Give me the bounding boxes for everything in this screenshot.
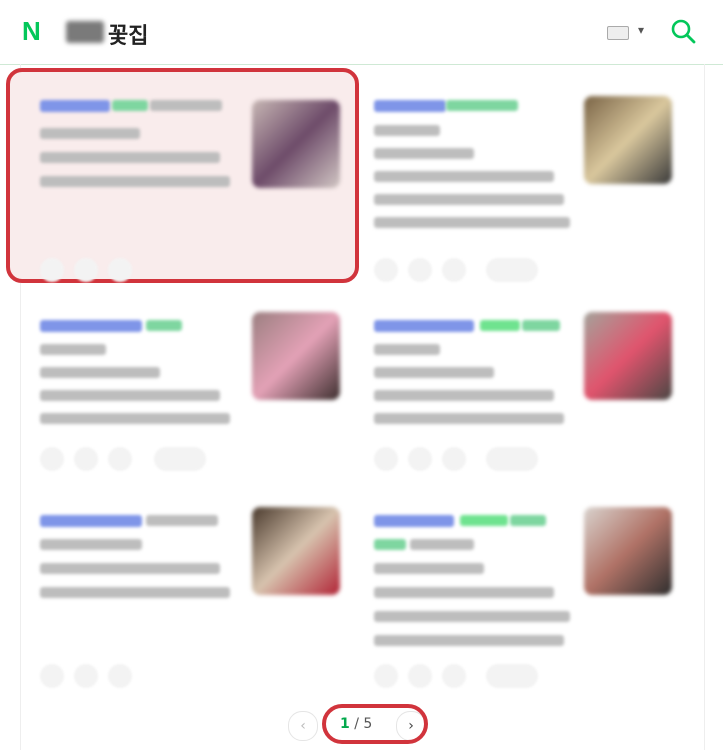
phone-blurred bbox=[40, 539, 142, 550]
place-name-blurred[interactable] bbox=[374, 100, 446, 112]
hours-blurred bbox=[40, 390, 220, 401]
phone-blurred bbox=[374, 148, 474, 159]
directions-icon[interactable] bbox=[40, 664, 64, 688]
share-icon[interactable] bbox=[442, 664, 466, 688]
place-thumbnail[interactable] bbox=[252, 507, 340, 595]
category-blurred bbox=[374, 125, 440, 136]
location-icon[interactable] bbox=[408, 258, 432, 282]
phone-blurred bbox=[374, 563, 484, 574]
place-thumbnail[interactable] bbox=[252, 100, 340, 188]
distance-blurred bbox=[40, 413, 230, 424]
hours-blurred bbox=[40, 152, 220, 163]
category-blurred bbox=[40, 344, 106, 355]
distance-blurred bbox=[374, 217, 570, 228]
caret-down-icon[interactable]: ▾ bbox=[638, 23, 644, 37]
badge-blurred bbox=[522, 320, 560, 331]
share-icon[interactable] bbox=[442, 258, 466, 282]
note-blurred bbox=[374, 194, 564, 205]
distance-blurred bbox=[40, 587, 230, 598]
directions-icon[interactable] bbox=[40, 258, 64, 282]
phone-blurred bbox=[40, 128, 140, 139]
note-blurred bbox=[374, 611, 570, 622]
share-icon[interactable] bbox=[108, 258, 132, 282]
directions-icon[interactable] bbox=[40, 447, 64, 471]
location-icon[interactable] bbox=[408, 447, 432, 471]
booking-button[interactable] bbox=[486, 258, 538, 282]
hours-blurred bbox=[374, 390, 554, 401]
booking-button[interactable] bbox=[486, 447, 538, 471]
location-icon[interactable] bbox=[74, 258, 98, 282]
place-card[interactable] bbox=[354, 70, 672, 282]
category-blurred bbox=[150, 100, 222, 111]
badge-blurred bbox=[510, 515, 546, 526]
naver-logo[interactable]: N bbox=[22, 18, 46, 44]
place-card[interactable] bbox=[354, 490, 672, 695]
booking-button[interactable] bbox=[154, 447, 206, 471]
share-icon[interactable] bbox=[108, 664, 132, 688]
phone-blurred bbox=[374, 367, 494, 378]
location-icon[interactable] bbox=[74, 447, 98, 471]
booking-button[interactable] bbox=[486, 664, 538, 688]
place-card[interactable] bbox=[20, 295, 340, 500]
directions-icon[interactable] bbox=[374, 258, 398, 282]
place-name-blurred[interactable] bbox=[374, 515, 454, 527]
chevron-left-icon[interactable]: ‹ bbox=[288, 711, 318, 741]
location-icon[interactable] bbox=[74, 664, 98, 688]
badge-blurred bbox=[146, 320, 182, 331]
badge-blurred bbox=[374, 539, 406, 550]
category-blurred bbox=[410, 539, 474, 550]
distance-blurred bbox=[40, 176, 230, 187]
place-name-blurred[interactable] bbox=[40, 515, 142, 527]
badge-blurred bbox=[446, 100, 518, 111]
hours-blurred bbox=[374, 587, 554, 598]
search-icon[interactable] bbox=[670, 18, 696, 44]
directions-icon[interactable] bbox=[374, 447, 398, 471]
place-thumbnail[interactable] bbox=[584, 312, 672, 400]
hours-blurred bbox=[40, 563, 220, 574]
badge-blurred bbox=[480, 320, 520, 331]
distance-blurred bbox=[374, 413, 564, 424]
keyboard-icon[interactable] bbox=[607, 26, 629, 40]
location-icon[interactable] bbox=[408, 664, 432, 688]
top-bar: N 꽃집 ▾ bbox=[0, 0, 723, 65]
category-blurred bbox=[146, 515, 218, 526]
menu-icon[interactable] bbox=[108, 447, 132, 471]
share-icon[interactable] bbox=[442, 447, 466, 471]
phone-blurred bbox=[40, 367, 160, 378]
hours-blurred bbox=[374, 171, 554, 182]
place-thumbnail[interactable] bbox=[584, 96, 672, 184]
place-name-blurred[interactable] bbox=[40, 320, 142, 332]
place-thumbnail[interactable] bbox=[252, 312, 340, 400]
place-thumbnail[interactable] bbox=[584, 507, 672, 595]
badge-blurred bbox=[112, 100, 148, 111]
place-card[interactable] bbox=[20, 70, 340, 282]
highlight-ring-pagination bbox=[322, 704, 428, 744]
directions-icon[interactable] bbox=[374, 664, 398, 688]
place-name-blurred[interactable] bbox=[374, 320, 474, 332]
category-blurred bbox=[374, 344, 440, 355]
place-card[interactable] bbox=[20, 490, 340, 695]
distance-blurred bbox=[374, 635, 564, 646]
badge-blurred bbox=[460, 515, 508, 526]
search-query-text[interactable]: 꽃집 bbox=[108, 18, 148, 50]
blurred-query-term bbox=[66, 21, 104, 43]
place-card[interactable] bbox=[354, 295, 672, 500]
place-name-blurred[interactable] bbox=[40, 100, 110, 112]
